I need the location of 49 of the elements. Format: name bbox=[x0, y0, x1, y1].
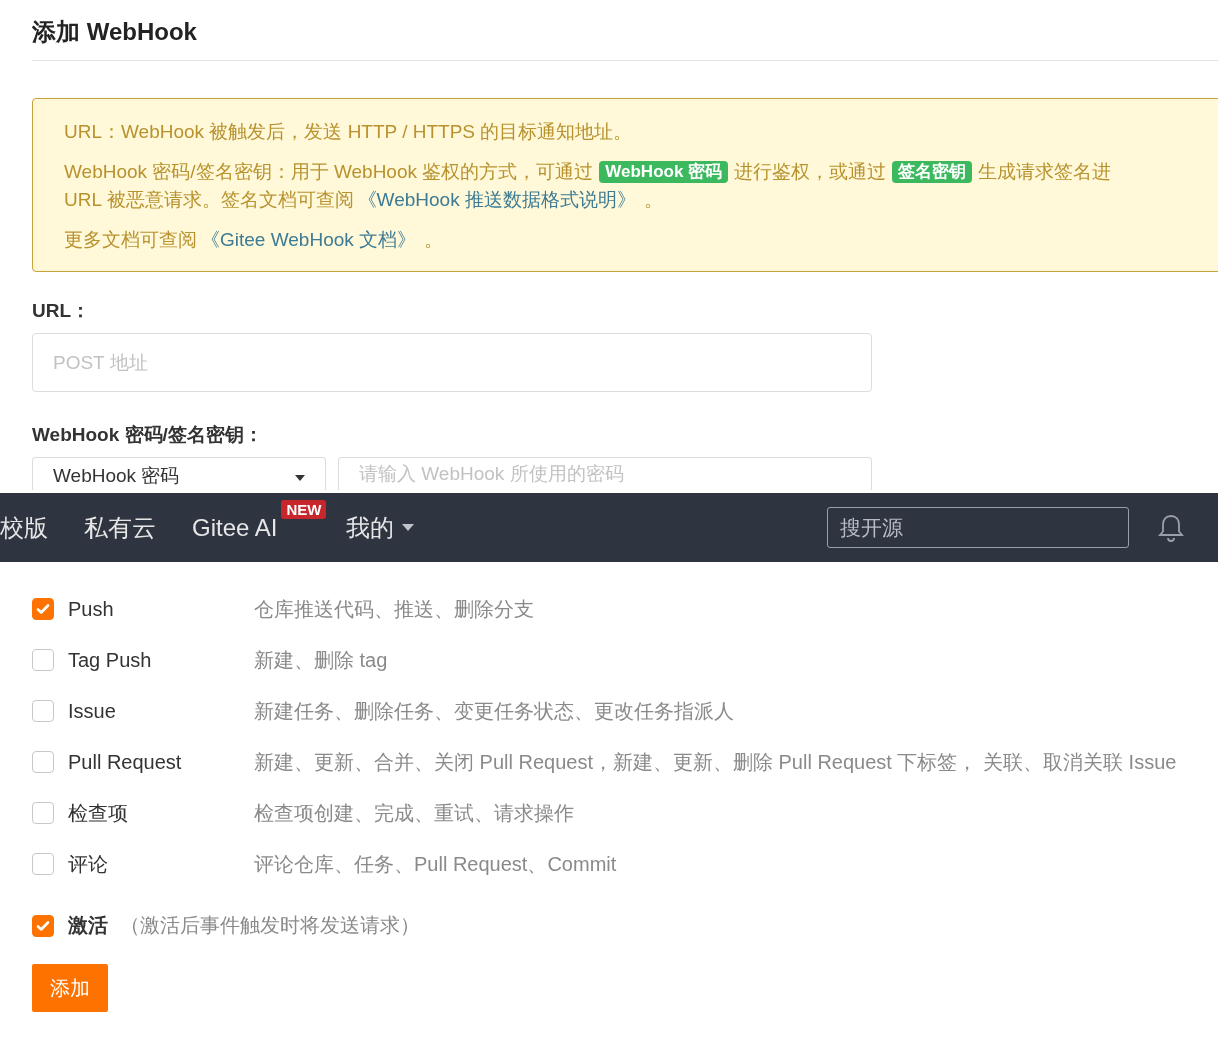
event-description: 新建、更新、合并、关闭 Pull Request，新建、更新、删除 Pull Request 下标签， 关联、取消关联 Issue bbox=[254, 750, 1177, 775]
notice-tag: 签名密钥 bbox=[892, 161, 973, 183]
field-label: WebHook 密码/签名密钥： bbox=[32, 423, 264, 447]
event-name: Issue bbox=[68, 699, 117, 724]
active-hint: （激活后事件触发时将发送请求） bbox=[120, 913, 420, 938]
event-name: 评论 bbox=[68, 852, 109, 877]
page-title: 添加 WebHook bbox=[32, 0, 1218, 61]
search-field[interactable]: 搜开源 bbox=[827, 507, 1129, 548]
notice-text: URL 被恶意请求。签名文档可查阅 bbox=[64, 188, 354, 212]
event-checkbox[interactable] bbox=[32, 853, 54, 875]
bell-icon[interactable] bbox=[1158, 512, 1184, 543]
event-checkbox[interactable] bbox=[32, 751, 54, 773]
doc-link[interactable]: 《Gitee WebHook 文档》 bbox=[201, 227, 417, 253]
notice-tag: WebHook 密码 bbox=[599, 161, 729, 183]
event-checkbox[interactable] bbox=[32, 802, 54, 824]
notice-text: 。 bbox=[424, 228, 444, 252]
event-name: Push bbox=[68, 597, 115, 622]
event-name: Tag Push bbox=[68, 648, 153, 673]
password-input[interactable]: 请输入 WebHook 所使用的密码 bbox=[338, 457, 872, 490]
caret-icon bbox=[295, 475, 305, 481]
event-name: 检查项 bbox=[68, 801, 129, 826]
active-checkbox[interactable] bbox=[32, 914, 54, 937]
nav-link[interactable]: 我的 bbox=[346, 511, 415, 544]
field-label: URL： bbox=[32, 299, 92, 323]
notice-text: 进行鉴权，或通过 bbox=[734, 160, 887, 184]
nav-link[interactable]: 校版 bbox=[0, 511, 48, 544]
event-checkbox[interactable] bbox=[32, 700, 54, 722]
event-name: Pull Request bbox=[68, 750, 183, 775]
event-description: 新建任务、删除任务、变更任务状态、更改任务指派人 bbox=[254, 699, 734, 724]
secret-type-select[interactable]: WebHook 密码 bbox=[32, 457, 326, 490]
event-description: 评论仓库、任务、Pull Request、Commit bbox=[254, 852, 617, 877]
notice-text: 生成请求签名进 bbox=[978, 160, 1112, 184]
notice-text: WebHook 密码/签名密钥：用于 WebHook 鉴权的方式，可通过 bbox=[64, 160, 594, 184]
check-icon bbox=[36, 602, 50, 616]
active-label: 激活 bbox=[68, 913, 108, 938]
check-icon bbox=[36, 918, 50, 933]
new-badge: NEW bbox=[281, 500, 327, 519]
event-checkbox[interactable] bbox=[32, 598, 54, 620]
event-description: 新建、删除 tag bbox=[254, 648, 388, 673]
notice-text: 更多文档可查阅 bbox=[64, 228, 197, 252]
event-checkbox[interactable] bbox=[32, 649, 54, 671]
doc-link[interactable]: 《WebHook 推送数据格式说明》 bbox=[357, 187, 636, 213]
notice-text: URL：WebHook 被触发后，发送 HTTP / HTTPS 的目标通知地址。 bbox=[64, 120, 633, 144]
url-input[interactable]: POST 地址 bbox=[32, 333, 872, 392]
nav-link[interactable]: 私有云 bbox=[84, 511, 156, 544]
event-description: 仓库推送代码、推送、删除分支 bbox=[254, 597, 534, 622]
nav-link[interactable]: Gitee AI bbox=[192, 513, 278, 542]
event-description: 检查项创建、完成、重试、请求操作 bbox=[254, 801, 574, 826]
notice-text: 。 bbox=[643, 188, 663, 212]
